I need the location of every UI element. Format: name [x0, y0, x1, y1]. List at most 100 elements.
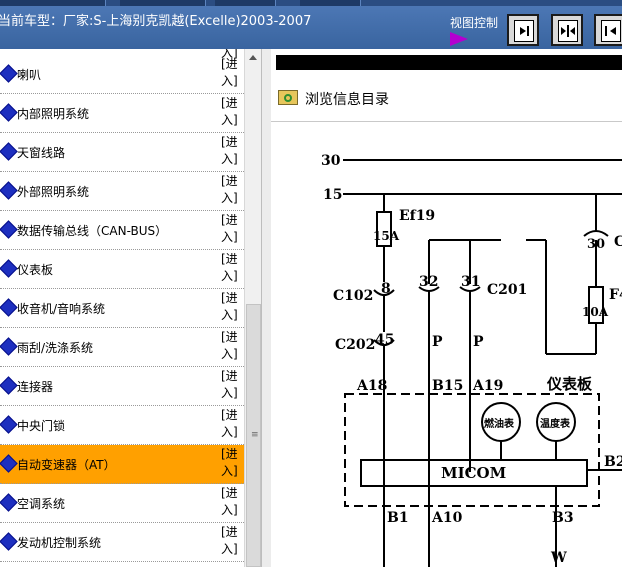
wire-w-label: W [550, 550, 567, 566]
pin-32-label: 32 [419, 274, 438, 290]
pin-a19-label: A19 [472, 378, 503, 394]
list-item[interactable]: 空调系统 [进 入] [0, 484, 244, 523]
list-item[interactable]: 内部照明系统 [进 入] [0, 94, 244, 133]
enter-link[interactable]: [进 入] [221, 173, 241, 207]
fuse-10a-label: 10A [582, 305, 609, 319]
c201-label: C201 [487, 282, 527, 298]
enter-link[interactable]: [进 入] [221, 212, 241, 246]
list-item-label[interactable]: 数据传输总线（CAN-BUS） [17, 222, 167, 239]
enter-link[interactable]: [进 入] [221, 446, 241, 480]
c102-label: C102 [333, 288, 373, 304]
bullet-diamond-icon [0, 376, 18, 395]
enter-link[interactable]: [进 入] [221, 329, 241, 363]
conn-c-label: C [614, 234, 622, 250]
enter-link[interactable]: [进 入] [221, 95, 241, 129]
bullet-diamond-icon [0, 220, 18, 239]
micom-label: MICOM [441, 464, 506, 482]
folder-search-icon [278, 90, 298, 105]
scrollbar-thumb[interactable]: ≡ [246, 304, 261, 567]
list-item[interactable]: 仪表板 [进 入] [0, 250, 244, 289]
bullet-diamond-icon [0, 532, 18, 551]
list-item-label[interactable]: 发动机控制系统 [17, 534, 101, 551]
list-item[interactable]: 自动变速器（AT） [进 入] [0, 445, 244, 484]
view-button-expand-right[interactable] [507, 14, 539, 46]
list-item-label[interactable]: 连接器 [17, 378, 53, 395]
wire-p2-label: P [473, 334, 484, 350]
list-item[interactable]: 喇叭 [进 入] [0, 55, 244, 94]
enter-link[interactable]: [进 入] [221, 485, 241, 519]
pin-8-label: 8 [381, 281, 391, 297]
scroll-up-arrow-icon[interactable] [245, 49, 262, 66]
list-item-label[interactable]: 中央门锁 [17, 417, 65, 434]
bullet-diamond-icon [0, 142, 18, 161]
list-item[interactable]: 天窗线路 [进 入] [0, 133, 244, 172]
list-item-label[interactable]: 仪表板 [17, 261, 53, 278]
wiring-diagram: 30 15 Ef19 15A 30 C F4 10A C102 8 32 31 … [271, 121, 622, 567]
enter-link[interactable]: [进 入] [221, 134, 241, 168]
list-item-label[interactable]: 喇叭 [17, 66, 41, 83]
title-bar: 当前车型：厂家:S-上海别克凯越(Excelle)2003-2007 视图控制 [0, 0, 622, 49]
fuse-15a-label: 15A [373, 229, 400, 243]
fuel-gauge-label: 燃油表 [484, 417, 515, 430]
bullet-diamond-icon [0, 103, 18, 122]
list-item[interactable]: 收音机/音响系统 [进 入] [0, 289, 244, 328]
instrument-cluster-label: 仪表板 [546, 375, 593, 393]
view-control-label: 视图控制 [450, 16, 499, 30]
pin-b1-label: B1 [387, 510, 409, 526]
temp-gauge-label: 温度表 [540, 417, 571, 430]
fuse-ef19-label: Ef19 [399, 208, 435, 224]
enter-link[interactable]: [进 入] [221, 407, 241, 441]
list-item[interactable]: 外部照明系统 [进 入] [0, 172, 244, 211]
wire-p1-label: P [432, 334, 443, 350]
list-item-label[interactable]: 收音机/音响系统 [17, 300, 105, 317]
content-panel: 浏览信息目录 30 15 Ef19 15A 30 C F 10A C102 8 … [271, 49, 622, 567]
list-item[interactable]: 数据传输总线（CAN-BUS） [进 入] [0, 211, 244, 250]
arrow-right-bar-icon [520, 26, 529, 36]
bullet-diamond-icon [0, 181, 18, 200]
browse-catalog-label: 浏览信息目录 [305, 92, 389, 108]
list-scrollbar[interactable]: ≡ [244, 49, 262, 567]
bullet-diamond-icon [0, 454, 18, 473]
list-item[interactable]: 发动机控制系统 [进 入] [0, 523, 244, 562]
current-vehicle-title: 当前车型：厂家:S-上海别克凯越(Excelle)2003-2007 [0, 14, 312, 29]
wiring-diagram-svg: 30 15 Ef19 15A 30 C F4 10A C102 8 32 31 … [321, 153, 622, 567]
enter-link[interactable]: [进 入] [221, 290, 241, 324]
bullet-diamond-icon [0, 415, 18, 434]
enter-link[interactable]: [进 入] [221, 56, 241, 90]
pin-a10-label: A10 [431, 510, 463, 526]
bullet-diamond-icon [0, 337, 18, 356]
view-button-expand-left[interactable] [594, 14, 622, 46]
list-item[interactable]: 连接器 [进 入] [0, 367, 244, 406]
arrows-inward-icon [561, 25, 575, 37]
list-item-label[interactable]: 自动变速器（AT） [17, 456, 116, 473]
rail-30-label: 30 [321, 153, 341, 169]
c202-label: C202 [335, 337, 375, 353]
bullet-diamond-icon [0, 493, 18, 512]
system-list-panel: 入] 喇叭 [进 入] 内部照明系统 [进 入] 天窗线路 [进 入] 外部照明系统 [进 入… [0, 49, 244, 567]
bullet-diamond-icon [0, 298, 18, 317]
play-arrow-icon [450, 32, 468, 46]
pin-b15-label: B15 [432, 378, 463, 394]
bar-arrow-left-icon [605, 26, 616, 36]
list-item-label[interactable]: 空调系统 [17, 495, 65, 512]
bullet-diamond-icon [0, 64, 18, 83]
list-item-label[interactable]: 内部照明系统 [17, 105, 89, 122]
enter-link[interactable]: [进 入] [221, 251, 241, 285]
enter-link[interactable]: [进 入] [221, 524, 241, 558]
view-button-split[interactable] [551, 14, 583, 46]
enter-link[interactable]: [进 入] [221, 368, 241, 402]
pin-45-label: 45 [375, 332, 394, 348]
list-item[interactable]: 中央门锁 [进 入] [0, 406, 244, 445]
pin-a18-label: A18 [356, 378, 387, 394]
bullet-diamond-icon [0, 259, 18, 278]
list-item-label[interactable]: 外部照明系统 [17, 183, 89, 200]
tab-strip [0, 0, 622, 6]
list-item[interactable]: 雨刮/洗涤系统 [进 入] [0, 328, 244, 367]
pin-31-label: 31 [461, 274, 480, 290]
grip-icon: ≡ [251, 430, 259, 440]
rail-15-label: 15 [323, 187, 342, 203]
list-item-label[interactable]: 雨刮/洗涤系统 [17, 339, 93, 356]
pin-b2-label: B2 [604, 454, 622, 470]
list-item-label[interactable]: 天窗线路 [17, 144, 65, 161]
fuse-f4-label: F4 [609, 287, 622, 303]
